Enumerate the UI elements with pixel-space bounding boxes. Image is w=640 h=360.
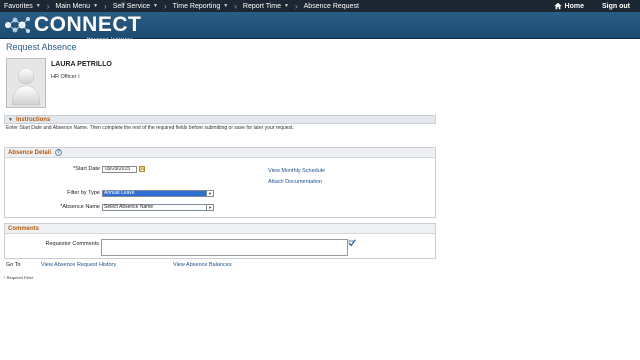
avatar	[6, 58, 46, 108]
absence-name-select[interactable]: Select Absence Name ▼	[102, 204, 214, 211]
page-title: Request Absence	[6, 42, 77, 52]
required-field-note: * Required Field	[4, 275, 33, 280]
instructions-label: Instructions	[15, 116, 51, 123]
chevron-down-icon: ▼	[93, 3, 99, 9]
employee-name: LAURA PETRILLO	[51, 61, 112, 68]
instructions-toggle[interactable]: ▼ Instructions	[4, 115, 436, 124]
nav-absence-request[interactable]: Absence Request	[300, 0, 363, 12]
comments-header: Comments	[5, 224, 435, 234]
start-date-label: *Start Date	[73, 166, 100, 172]
nav-separator: ›	[294, 1, 298, 11]
help-icon[interactable]: ?	[55, 149, 63, 156]
nav-separator: ›	[234, 1, 237, 11]
home-label: Home	[564, 2, 584, 10]
nav-favorites[interactable]: Favorites ▼	[0, 0, 45, 12]
brand-name: CONNECT	[34, 13, 142, 36]
nav-self-service[interactable]: Self Service ▼	[109, 0, 162, 12]
spell-check-icon[interactable]: abc	[348, 239, 356, 247]
chevron-down-icon: ▼	[206, 205, 213, 210]
connect-logo-mark-icon	[5, 17, 30, 33]
absence-detail-label: Absence Detail	[8, 149, 52, 156]
attach-documentation-link[interactable]: Attach Documentation	[268, 179, 322, 185]
instructions-text: Enter Start Date and Absence Name. Then …	[6, 125, 294, 131]
home-link[interactable]: Home	[550, 0, 588, 12]
nav-favorites-label: Favorites	[4, 2, 33, 10]
nav-main-menu[interactable]: Main Menu ▼	[51, 0, 102, 12]
absence-detail-header: Absence Detail ?	[5, 148, 435, 158]
absence-name-label: *Absence Name	[60, 204, 100, 210]
brand-banner: CONNECT Maryland Judiciary	[0, 12, 640, 41]
requestor-comments-label: Requestor Comments	[45, 241, 100, 247]
home-icon	[553, 2, 562, 10]
comments-label: Comments	[8, 225, 40, 232]
filter-by-type-value: Annual Leave	[104, 190, 135, 196]
nav-report-time-label: Report Time	[242, 2, 282, 10]
view-monthly-schedule-link[interactable]: View Monthly Schedule	[268, 168, 325, 174]
nav-separator: ›	[104, 1, 107, 11]
svg-text:abc: abc	[348, 239, 354, 243]
absence-name-value: Select Absence Name	[104, 204, 154, 210]
triangle-down-icon: ▼	[8, 116, 13, 123]
filter-by-type-label: Filter by Type	[67, 190, 100, 196]
requestor-comments-textarea[interactable]	[101, 239, 348, 256]
sign-out-label: Sign out	[602, 2, 630, 10]
filter-by-type-select[interactable]: Annual Leave ▼	[102, 190, 214, 197]
chevron-down-icon: ▼	[206, 191, 213, 196]
nav-time-reporting[interactable]: Time Reporting ▼	[169, 0, 233, 12]
view-absence-request-history-link[interactable]: View Absence Request History	[41, 262, 116, 268]
goto-label: Go To	[6, 262, 21, 268]
nav-self-service-label: Self Service	[112, 2, 151, 10]
brand-subtitle: Maryland Judiciary	[87, 36, 133, 41]
nav-main-menu-label: Main Menu	[55, 2, 91, 10]
sign-out-link[interactable]: Sign out	[588, 0, 640, 12]
person-silhouette-icon	[7, 59, 45, 107]
nav-separator: ›	[164, 1, 167, 11]
view-absence-balances-link[interactable]: View Absence Balances	[173, 262, 232, 268]
connect-logo: CONNECT	[2, 14, 141, 36]
start-date-input[interactable]: 09/29/2015	[102, 166, 137, 173]
chevron-down-icon: ▼	[35, 3, 41, 9]
nav-absence-request-label: Absence Request	[303, 2, 359, 10]
top-nav-bar: Favorites ▼ › Main Menu ▼ › Self Service ▼ …	[0, 0, 640, 12]
nav-separator: ›	[46, 1, 50, 11]
chevron-down-icon: ▼	[284, 3, 289, 9]
employee-title: HR Officer I	[51, 74, 80, 80]
chevron-down-icon: ▼	[223, 3, 229, 9]
calendar-icon[interactable]: 31	[139, 166, 145, 172]
chevron-down-icon: ▼	[153, 3, 158, 9]
nav-time-reporting-label: Time Reporting	[172, 2, 221, 10]
nav-report-time[interactable]: Report Time ▼	[239, 0, 293, 12]
